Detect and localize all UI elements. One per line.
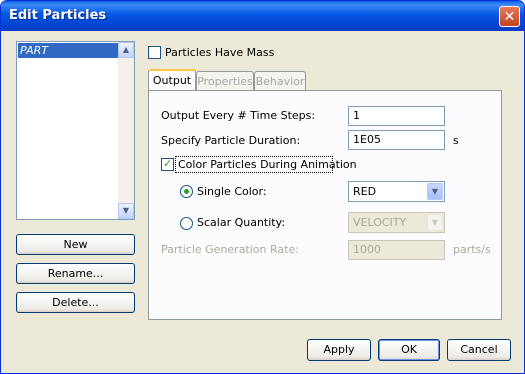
ok-button[interactable]: OK xyxy=(378,339,440,361)
particle-duration-label: Specify Particle Duration: xyxy=(161,134,301,147)
new-button[interactable]: New xyxy=(16,234,135,255)
edit-particles-dialog: Edit Particles ✕ PART ▲ ▼ New Rename... … xyxy=(0,0,525,374)
window-title: Edit Particles xyxy=(9,8,107,23)
scalar-quantity-radio[interactable] xyxy=(180,217,193,230)
checkmark-icon: ✓ xyxy=(163,157,173,170)
tab-output[interactable]: Output xyxy=(148,69,196,91)
radio-selected-dot xyxy=(184,189,189,194)
list-item[interactable]: PART xyxy=(18,43,118,58)
tab-properties[interactable]: Properties xyxy=(196,71,254,91)
single-color-radio[interactable] xyxy=(180,185,193,198)
single-color-select[interactable]: RED ▼ xyxy=(348,181,445,202)
chevron-down-icon: ▼ xyxy=(431,187,439,196)
apply-button[interactable]: Apply xyxy=(307,339,371,361)
generation-rate-input[interactable]: 1000 xyxy=(348,240,445,260)
delete-button[interactable]: Delete... xyxy=(16,292,135,313)
particle-duration-input[interactable]: 1E05 xyxy=(348,130,445,150)
output-tab-panel xyxy=(148,90,502,320)
single-color-label: Single Color: xyxy=(197,185,267,198)
particle-list[interactable]: PART ▲ ▼ xyxy=(16,41,135,220)
output-every-input[interactable]: 1 xyxy=(348,106,445,126)
color-particles-checkbox[interactable]: ✓ xyxy=(161,158,174,171)
dropdown-button[interactable]: ▼ xyxy=(427,214,443,231)
title-bar[interactable]: Edit Particles ✕ xyxy=(1,1,524,31)
close-icon: ✕ xyxy=(503,9,516,25)
particles-have-mass-checkbox[interactable] xyxy=(148,46,161,59)
particles-have-mass-label: Particles Have Mass xyxy=(165,46,275,59)
scalar-quantity-value: VELOCITY xyxy=(353,216,407,229)
dropdown-button[interactable]: ▼ xyxy=(427,183,443,200)
close-button[interactable]: ✕ xyxy=(499,6,520,27)
single-color-value: RED xyxy=(353,185,377,198)
color-particles-label: Color Particles During Animation xyxy=(178,158,357,171)
scroll-down-button[interactable]: ▼ xyxy=(118,203,134,219)
generation-rate-label: Particle Generation Rate: xyxy=(161,243,299,256)
chevron-down-icon: ▼ xyxy=(122,206,130,215)
duration-unit-label: s xyxy=(453,134,459,147)
scroll-up-button[interactable]: ▲ xyxy=(118,42,134,58)
list-scrollbar[interactable]: ▲ ▼ xyxy=(118,42,134,219)
scalar-quantity-label: Scalar Quantity: xyxy=(197,216,286,229)
rename-button[interactable]: Rename... xyxy=(16,263,135,284)
generation-rate-unit: parts/s xyxy=(453,243,491,256)
chevron-up-icon: ▲ xyxy=(122,45,130,54)
tab-behavior[interactable]: Behavior xyxy=(254,71,306,91)
scalar-quantity-select[interactable]: VELOCITY ▼ xyxy=(348,212,445,233)
chevron-down-icon: ▼ xyxy=(431,218,439,227)
output-every-label: Output Every # Time Steps: xyxy=(161,109,316,122)
cancel-button[interactable]: Cancel xyxy=(447,339,511,361)
